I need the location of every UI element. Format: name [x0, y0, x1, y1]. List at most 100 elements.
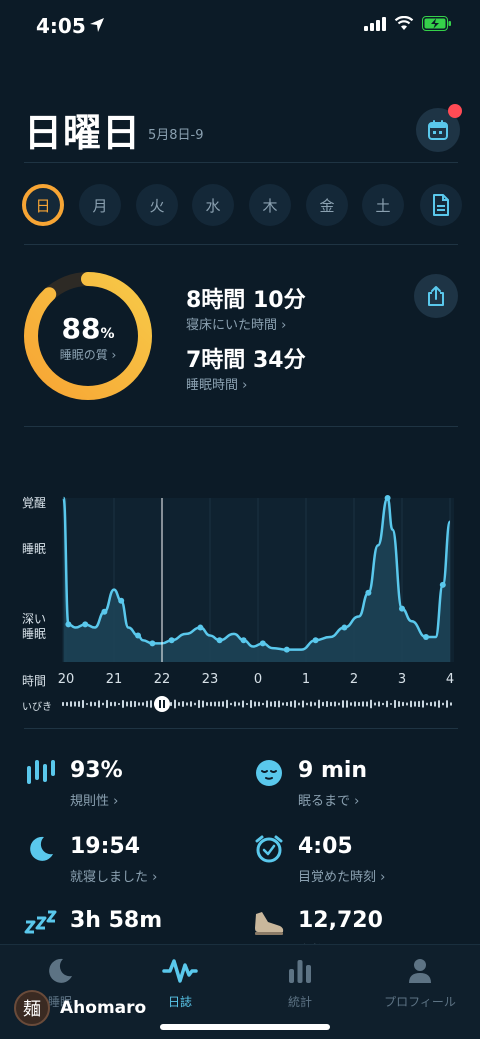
shoe-icon [252, 906, 286, 940]
snore-bar [386, 700, 388, 708]
snore-bar [318, 699, 320, 709]
metric-value: 3h 58m [70, 908, 163, 933]
x-tick-label: 22 [153, 672, 171, 687]
x-tick-label: 1 [301, 672, 311, 687]
notes-button[interactable] [420, 184, 462, 226]
snore-bar [426, 702, 428, 706]
day-chip-tue[interactable]: 火 [136, 184, 178, 226]
snore-bar [70, 701, 72, 707]
wifi-icon [394, 16, 414, 30]
snore-bar [274, 700, 276, 708]
x-tick-label: 21 [105, 672, 123, 687]
sleep-chart: 覚醒 睡眠 深い 睡眠 時間 20 21 22 23 0 1 2 3 4 いびき [0, 486, 480, 716]
snore-bar [194, 702, 196, 706]
moon-icon [24, 832, 58, 866]
calendar-button[interactable] [416, 104, 462, 152]
sleep-point [399, 605, 405, 612]
snore-bar [410, 700, 412, 708]
snore-bar [122, 700, 124, 708]
metric-label: 目覚めた時刻 › [298, 870, 386, 885]
share-icon [428, 286, 444, 306]
snore-bar [230, 702, 232, 706]
x-tick-label: 4 [445, 672, 455, 687]
day-chip-sat[interactable]: 土 [362, 184, 404, 226]
asleep-label[interactable]: 睡眠時間 › [186, 374, 247, 393]
quality-unit: % [100, 326, 115, 342]
snore-bar [114, 701, 116, 707]
snore-bar [86, 702, 88, 706]
location-arrow-icon [90, 18, 104, 32]
sleep-point [439, 581, 446, 588]
snore-bar [246, 702, 248, 706]
snore-bar [294, 700, 296, 708]
sleep-point [423, 634, 429, 641]
cellular-signal-icon [364, 16, 386, 31]
snore-bar [430, 701, 432, 707]
snore-bar [146, 700, 148, 708]
home-indicator[interactable] [160, 1024, 330, 1030]
metrics-grid: 93% 規則性 › 9 min 眠るまで › 19:54 就寝しました › 4:… [0, 752, 480, 959]
sleep-summary: 88% 睡眠の質 › 8時間 10分 寝床にいた時間 › 7時間 34分 睡眠時… [20, 268, 460, 408]
day-chip-sun[interactable]: 日 [22, 184, 64, 226]
snore-bar [242, 700, 244, 708]
snore-bar [290, 700, 292, 708]
sleep-point [65, 621, 72, 628]
snore-bar [282, 702, 284, 706]
metric-regularity[interactable]: 93% 規則性 › [24, 752, 224, 812]
snore-bar [138, 702, 140, 706]
sleep-point [197, 624, 204, 631]
day-chip-thu[interactable]: 木 [249, 184, 291, 226]
snore-bar [102, 702, 104, 706]
tab-statistics[interactable]: 統計 [240, 955, 360, 1015]
x-tick-label: 23 [201, 672, 219, 687]
snore-bar [306, 702, 308, 706]
divider [24, 426, 458, 427]
sleep-point [384, 495, 391, 501]
snore-bar [170, 701, 172, 707]
day-chip-wed[interactable]: 水 [192, 184, 234, 226]
snore-bar [442, 702, 444, 706]
snore-bar [434, 701, 436, 707]
snore-bar [334, 701, 336, 707]
sleep-point [149, 640, 156, 647]
waveform-icon [120, 955, 240, 987]
snore-bar [370, 699, 372, 709]
notification-dot [448, 104, 462, 118]
metric-bedtime[interactable]: 19:54 就寝しました › [24, 828, 224, 888]
quality-label[interactable]: 睡眠の質 › [20, 346, 156, 363]
alarm-clock-icon [252, 832, 286, 866]
snore-bar [414, 701, 416, 707]
snore-bar [342, 700, 344, 708]
share-button[interactable] [414, 274, 458, 318]
tab-profile[interactable]: プロフィール [360, 955, 480, 1015]
snore-bar [258, 701, 260, 707]
day-chip-fri[interactable]: 金 [306, 184, 348, 226]
snore-bar [446, 700, 448, 708]
sleep-point [283, 646, 290, 653]
document-icon [433, 194, 449, 216]
snore-bar [322, 701, 324, 707]
metric-value: 93% [70, 758, 123, 783]
sleep-point [82, 621, 89, 628]
x-tick-label: 2 [349, 672, 359, 687]
sleep-point [216, 637, 223, 644]
snore-bar [106, 699, 108, 709]
snore-bar [362, 701, 364, 707]
sleep-point [365, 589, 372, 596]
snore-bar [198, 699, 200, 709]
snore-bar [90, 701, 92, 707]
snore-bar [218, 701, 220, 707]
snore-bar [118, 702, 120, 706]
divider [24, 244, 458, 245]
snore-bar [298, 702, 300, 706]
snore-bar [66, 701, 68, 707]
snore-bar [254, 701, 256, 707]
metric-wake-time[interactable]: 4:05 目覚めた時刻 › [252, 828, 452, 888]
day-chip-mon[interactable]: 月 [79, 184, 121, 226]
in-bed-label[interactable]: 寝床にいた時間 › [186, 314, 286, 333]
snore-bar [394, 699, 396, 709]
snore-bar [422, 700, 424, 708]
metric-sleep-latency[interactable]: 9 min 眠るまで › [252, 752, 452, 812]
x-tick-label: 20 [57, 672, 75, 687]
metric-value: 19:54 [70, 834, 141, 859]
